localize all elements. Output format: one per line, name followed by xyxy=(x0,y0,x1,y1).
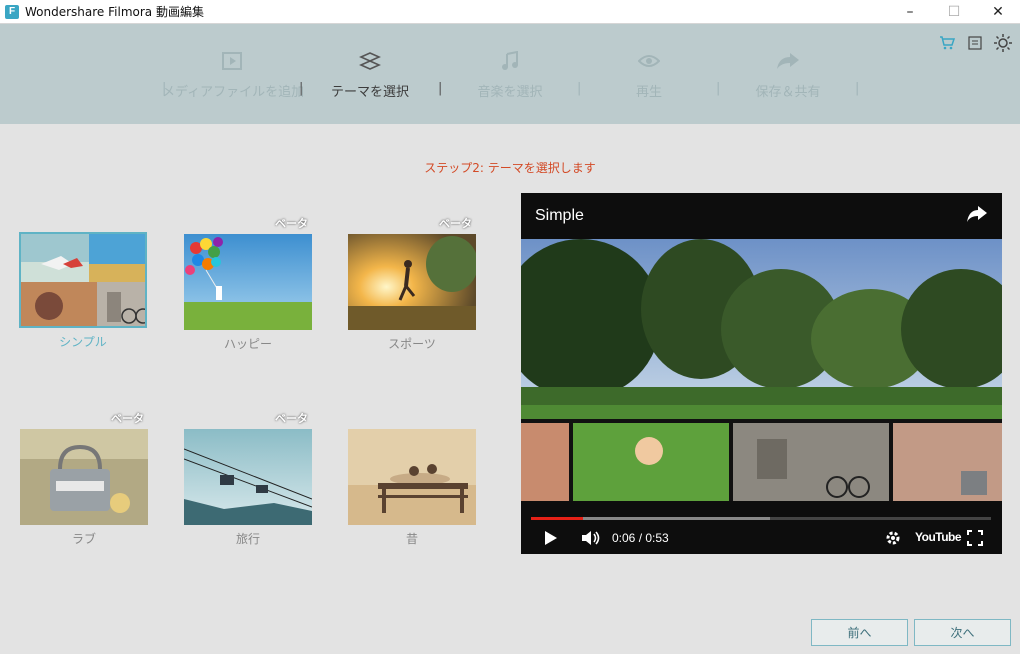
progress-played xyxy=(531,517,583,520)
beta-badge: ベータ xyxy=(111,412,144,425)
theme-thumbnail xyxy=(348,234,476,330)
settings-icon[interactable] xyxy=(885,528,901,548)
theme-thumbnail xyxy=(184,234,312,330)
brightness-icon[interactable] xyxy=(994,34,1012,52)
minimize-button[interactable]: – xyxy=(888,0,932,24)
theme-thumbnail xyxy=(348,429,476,525)
beta-badge: ベータ xyxy=(439,217,472,230)
title-bar: F Wondershare Filmora 動画編集 – ☐ ✕ xyxy=(0,0,1020,24)
theme-label: シンプル xyxy=(59,335,107,349)
step-separator: | xyxy=(299,81,304,96)
step-separator: | xyxy=(577,81,582,96)
step-label: テーマを選択 xyxy=(330,85,409,100)
header-tools xyxy=(938,34,1012,52)
video-controls: 0:06 / 0:53 YouTube xyxy=(521,523,1002,553)
beta-badge: ベータ xyxy=(275,412,308,425)
theme-label: 旅行 xyxy=(235,532,260,546)
cart-icon[interactable] xyxy=(938,34,956,52)
theme-thumbnail xyxy=(184,429,312,525)
progress-bar[interactable] xyxy=(531,517,991,520)
window-title: Wondershare Filmora 動画編集 xyxy=(25,5,204,19)
volume-icon[interactable] xyxy=(581,528,601,548)
maximize-button[interactable]: ☐ xyxy=(932,0,976,24)
video-share-icon[interactable] xyxy=(966,205,988,227)
music-icon xyxy=(497,50,523,72)
step-preview[interactable]: 再生 xyxy=(600,24,698,124)
theme-icon xyxy=(357,50,383,72)
theme-label: ラブ xyxy=(71,532,96,546)
step-label: 保存＆共有 xyxy=(755,85,821,100)
fullscreen-icon[interactable] xyxy=(967,528,983,548)
eye-icon xyxy=(636,50,662,72)
close-button[interactable]: ✕ xyxy=(976,0,1020,24)
step-label: メディアファイルを追加 xyxy=(162,85,305,100)
prev-button[interactable]: 前へ xyxy=(811,619,908,646)
theme-label: スポーツ xyxy=(388,337,436,351)
step-separator: | xyxy=(716,81,721,96)
theme-label: 昔 xyxy=(405,532,418,546)
video-preview[interactable]: Simple 0:06 / 0:53 YouTube xyxy=(521,193,1002,554)
step-select-music[interactable]: 音楽を選択 xyxy=(460,24,560,124)
theme-thumbnail xyxy=(20,429,148,525)
theme-label: ハッピー xyxy=(223,337,272,351)
youtube-logo[interactable]: YouTube xyxy=(915,530,962,544)
step-separator: | xyxy=(438,81,443,96)
media-icon xyxy=(219,50,245,72)
step-header: メディアファイルを追加 | | テーマを選択 | 音楽を選択 | 再生 | 保存… xyxy=(0,24,1020,124)
step-select-theme[interactable]: テーマを選択 xyxy=(320,24,420,124)
theme-thumbnail xyxy=(19,232,147,328)
step-add-media[interactable]: メディアファイルを追加 xyxy=(162,24,305,124)
list-icon[interactable] xyxy=(966,34,984,52)
step-separator: | xyxy=(855,81,860,96)
video-frame[interactable] xyxy=(521,239,1002,501)
next-button[interactable]: 次へ xyxy=(914,619,1011,646)
step-instruction: ステップ2: テーマを選択します xyxy=(424,161,596,175)
share-icon xyxy=(775,50,801,72)
time-display: 0:06 / 0:53 xyxy=(612,531,669,545)
beta-badge: ベータ xyxy=(275,217,308,230)
play-icon[interactable] xyxy=(544,528,558,548)
step-save-share[interactable]: 保存＆共有 xyxy=(738,24,838,124)
step-label: 音楽を選択 xyxy=(477,85,543,100)
app-icon: F xyxy=(5,4,19,19)
window-controls: – ☐ ✕ xyxy=(888,0,1020,24)
step-label: 再生 xyxy=(635,85,662,100)
step-separator: | xyxy=(162,81,167,96)
video-title: Simple xyxy=(535,207,584,224)
